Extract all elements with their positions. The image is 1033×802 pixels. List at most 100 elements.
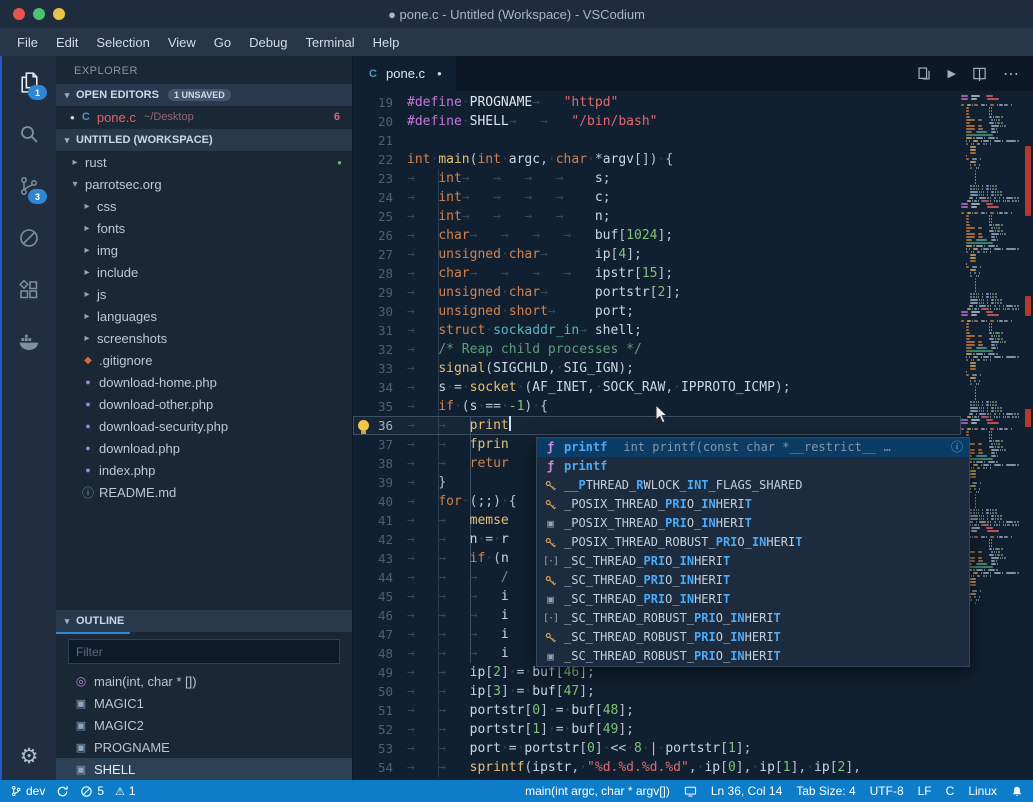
suggestion-item-0[interactable]: ƒ printf int printf(const char *__restrict… [537,438,969,457]
activity-explorer[interactable]: 1 [0,56,56,108]
open-editor-item[interactable]: ● Cpone.c ~/Desktop 6 [56,106,352,128]
outline-item-main-int-char[interactable]: ◎ main(int, char * []) [56,670,352,692]
activity-extensions[interactable] [0,264,56,316]
tree-item-fonts[interactable]: ▸ fonts [56,217,352,239]
suggestion-item-6[interactable]: [·] _SC_THREAD_PRIO_INHERIT [537,552,969,571]
status-eol[interactable]: LF [918,784,932,798]
status-notifications[interactable] [1011,785,1023,798]
menu-edit[interactable]: Edit [47,31,87,54]
line-number: 28 [377,266,393,281]
tree-item-download-home-php[interactable]: ● download-home.php [56,371,352,393]
tree-item-include[interactable]: ▸ include [56,261,352,283]
workspace-header[interactable]: ▾ UNTITLED (WORKSPACE) [56,129,352,151]
activity-run-debug[interactable] [0,212,56,264]
status-sync[interactable] [56,785,69,798]
code-line-34: 34 → s·=·socket·(AF_INET,·SOCK_RAW,·IPPRO… [353,378,961,397]
info-file-icon: ⓘ [82,485,95,500]
status-branch[interactable]: dev [10,784,45,798]
tree-item-languages[interactable]: ▸ languages [56,305,352,327]
menu-go[interactable]: Go [205,31,240,54]
file-label: pone.c [96,109,136,125]
code-text: → signal(SIGCHLD,·SIG_IGN); [407,361,635,376]
menu-file[interactable]: File [8,31,47,54]
titlebar[interactable]: ● pone.c - Untitled (Workspace) - VSCodi… [0,0,1033,28]
tree-item-download-php[interactable]: ● download.php [56,437,352,459]
suggestion-item-5[interactable]: _POSIX_THREAD_ROBUST_PRIO_INHERIT [537,533,969,552]
tree-item-download-security-php[interactable]: ● download-security.php [56,415,352,437]
suggestion-item-2[interactable]: __PTHREAD_RWLOCK_INT_FLAGS_SHARED [537,476,969,495]
activity-docker[interactable] [0,316,56,368]
chevron-right-icon: ▸ [84,332,90,344]
activity-source-control[interactable]: 3 [0,160,56,212]
code-text: → unsigned·char→ ip[4]; [407,247,642,262]
error-mark [1025,146,1031,216]
status-symbol-context[interactable]: main(int argc, char * argv[]) [525,784,670,798]
outline-header[interactable]: ▾ OUTLINE [56,610,352,634]
outline-item-magic2[interactable]: ▣ MAGIC2 [56,714,352,736]
key-icon [543,631,558,644]
traffic-light-1[interactable] [33,8,45,20]
code-editor[interactable]: 19 #define·PROGNAME→ "httpd" 20 #define·SHE… [353,91,1033,780]
menu-terminal[interactable]: Terminal [296,31,363,54]
status-cursor-position[interactable]: Ln 36, Col 14 [711,784,782,798]
traffic-light-2[interactable] [53,8,65,20]
activity-manage[interactable]: ⚙ [0,732,56,780]
code-area[interactable]: 19 #define·PROGNAME→ "httpd" 20 #define·SHE… [353,93,961,777]
tree-item-css[interactable]: ▸ css [56,195,352,217]
menu-debug[interactable]: Debug [240,31,296,54]
open-editors-header[interactable]: ▾ OPEN EDITORS 1 UNSAVED [56,84,352,106]
tree-label: parrotsec.org [85,176,162,192]
suggestion-item-1[interactable]: ƒ printf [537,457,969,476]
suggestion-item-3[interactable]: _POSIX_THREAD_PRIO_INHERIT [537,495,969,514]
tree-item-screenshots[interactable]: ▸ screenshots [56,327,352,349]
tree-item-index-php[interactable]: ● index.php [56,459,352,481]
tree-item-js[interactable]: ▸ js [56,283,352,305]
tree-item-parrotsec-org[interactable]: ▾ parrotsec.org [56,173,352,195]
tree-item-img[interactable]: ▸ img [56,239,352,261]
outline-item-magic1[interactable]: ▣ MAGIC1 [56,692,352,714]
info-icon[interactable]: ⓘ [951,438,963,457]
menu-view[interactable]: View [159,31,205,54]
outline-item-progname[interactable]: ▣ PROGNAME [56,736,352,758]
status-screencast[interactable] [684,785,697,798]
tree-item-readme-md[interactable]: ⓘ README.md [56,481,352,503]
suggestion-item-4[interactable]: ▣ _POSIX_THREAD_PRIO_INHERIT [537,514,969,533]
enum-member-icon: [·] [542,613,559,624]
tree-item-gitignore[interactable]: ◆ .gitignore [56,349,352,371]
activity-search[interactable] [0,108,56,160]
php-file-icon: ● [85,465,91,475]
tree-item-rust[interactable]: ▸ rust ● [56,151,352,173]
status-errors[interactable]: 5 [80,784,104,798]
traffic-light-0[interactable] [13,8,25,20]
suggestion-item-9[interactable]: [·] _SC_THREAD_ROBUST_PRIO_INHERIT [537,609,969,628]
status-os[interactable]: Linux [968,784,997,798]
code-line-29: 29 → unsigned·char→ portstr[2]; [353,283,961,302]
line-number: 50 [377,684,393,699]
outline-item-shell[interactable]: ▣ SHELL [56,758,352,780]
suggestion-item-11[interactable]: ▣ _SC_THREAD_ROBUST_PRIO_INHERIT [537,647,969,666]
line-number: 49 [377,665,393,680]
suggestion-label: _SC_THREAD_PRIO_INHERIT [564,592,731,606]
status-warnings[interactable]: ⚠ 1 [115,784,136,798]
split-editor-button[interactable] [972,66,987,81]
suggestion-item-10[interactable]: _SC_THREAD_ROBUST_PRIO_INHERIT [537,628,969,647]
code-text: → → → i [407,589,509,604]
tree-item-download-other-php[interactable]: ● download-other.php [56,393,352,415]
suggestion-item-7[interactable]: _SC_THREAD_PRIO_INHERIT [537,571,969,590]
problems-count: 6 [333,111,340,123]
open-changes-button[interactable] [917,66,932,81]
more-actions-button[interactable]: ⋯ [1003,64,1019,84]
menu-help[interactable]: Help [364,31,409,54]
status-language[interactable]: C [946,784,955,798]
tree-label: css [97,198,117,214]
status-tab-size[interactable]: Tab Size: 4 [796,784,855,798]
lightbulb-icon[interactable] [358,420,369,434]
outline-filter-input[interactable] [68,639,340,664]
c-file-icon: C [81,111,90,123]
run-button[interactable]: ▶ [948,67,956,80]
tab-pone-c[interactable]: C pone.c ● [353,56,457,91]
suggestion-item-8[interactable]: ▣ _SC_THREAD_PRIO_INHERIT [537,590,969,609]
menu-selection[interactable]: Selection [87,31,158,54]
status-encoding[interactable]: UTF-8 [870,784,904,798]
outline-loading-bar [56,632,130,634]
